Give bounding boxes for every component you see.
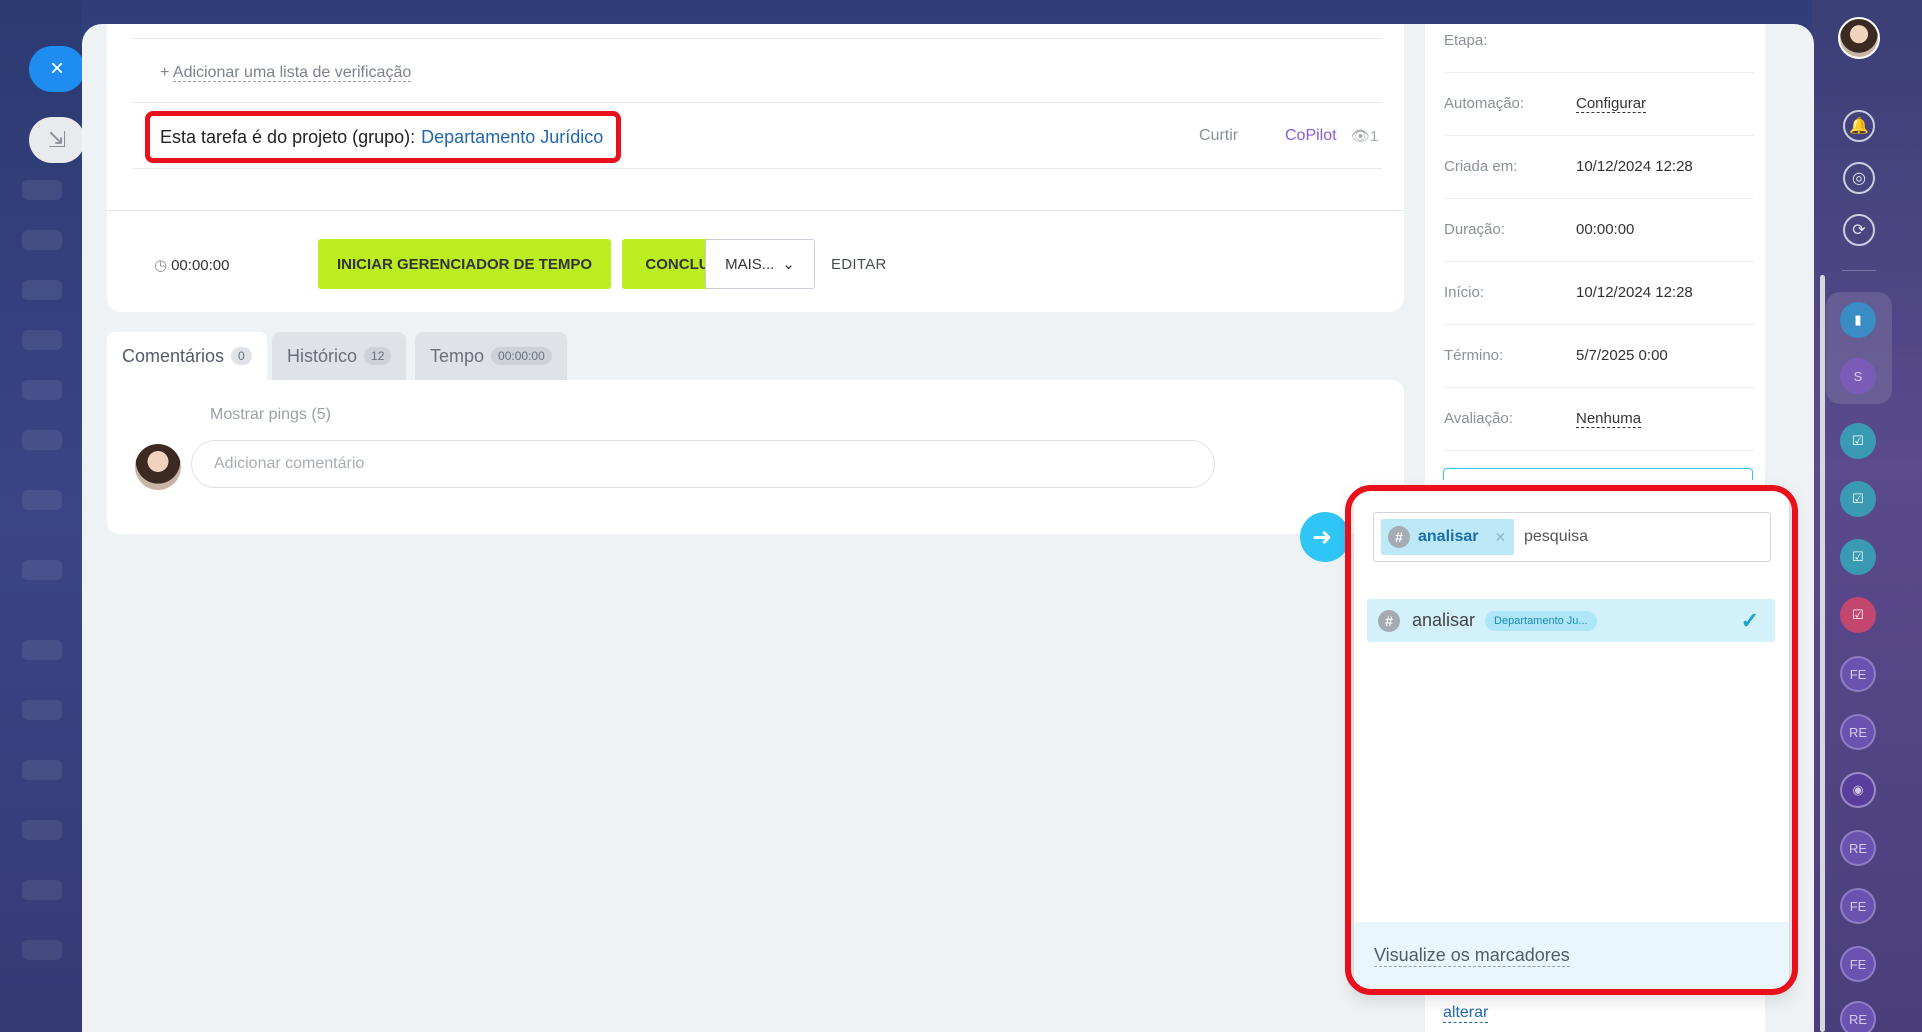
collapse-button[interactable]: ⇲ <box>29 117 85 163</box>
bell-icon[interactable]: 🔔 <box>1843 110 1875 142</box>
tab-time[interactable]: Tempo 00:00:00 <box>415 332 567 380</box>
configure-link[interactable]: Configurar <box>1576 95 1647 113</box>
task-icon[interactable]: ☑ <box>1840 423 1876 459</box>
project-link[interactable]: Departamento Jurídico <box>421 127 603 148</box>
timer: ◷ 00:00:00 <box>154 256 229 274</box>
chat-avatar-re[interactable]: RE <box>1840 830 1876 866</box>
task-icon[interactable]: ☑ <box>1840 597 1876 633</box>
chevron-down-icon: ⌄ <box>782 256 795 273</box>
chat-avatar-fe[interactable]: FE <box>1840 656 1876 692</box>
highlight-outline <box>1345 485 1798 995</box>
chat-avatar-fe[interactable]: FE <box>1840 946 1876 982</box>
arrow-right-icon[interactable]: ➜ <box>1300 512 1350 562</box>
info-row-rating: Avaliação: Nenhuma <box>1444 388 1754 451</box>
views-counter: 👁1 <box>1351 128 1379 145</box>
start-timer-button[interactable]: INICIAR GERENCIADOR DE TEMPO <box>318 239 611 289</box>
close-button[interactable]: × <box>29 46 85 92</box>
like-button[interactable]: Curtir <box>1199 127 1238 145</box>
clock-icon: ◷ <box>154 257 168 274</box>
info-row-automation: Automação: Configurar <box>1444 73 1754 136</box>
tab-history[interactable]: Histórico 12 <box>272 332 407 380</box>
copilot-button[interactable]: CoPilot <box>1285 127 1337 145</box>
collapse-icon: ⇲ <box>47 127 67 152</box>
edit-button[interactable]: EDITAR <box>831 256 887 273</box>
change-link[interactable]: alterar <box>1443 1004 1489 1023</box>
info-row-start: Início: 10/12/2024 12:28 <box>1444 262 1754 325</box>
info-row-duration: Duração: 00:00:00 <box>1444 199 1754 262</box>
info-row-created: Criada em: 10/12/2024 12:28 <box>1444 136 1754 199</box>
show-pings-link[interactable]: Mostrar pings (5) <box>210 406 331 424</box>
bookmark-icon[interactable]: ▮ <box>1840 302 1876 338</box>
tags-field[interactable] <box>1443 468 1753 480</box>
task-icon[interactable]: ☑ <box>1840 539 1876 575</box>
comment-input[interactable]: Adicionar comentário <box>191 440 1215 488</box>
info-row-end: Término: 5/7/2025 0:00 <box>1444 325 1754 388</box>
eye-icon: 👁 <box>1351 128 1371 145</box>
chat-avatar-re[interactable]: RE <box>1840 714 1876 750</box>
chat-avatar-re[interactable]: RE <box>1840 1001 1876 1032</box>
rating-link[interactable]: Nenhuma <box>1576 410 1642 428</box>
add-checklist-link[interactable]: + Adicionar uma lista de verificação <box>160 64 412 82</box>
timer-value: 00:00:00 <box>171 257 230 274</box>
chat-avatar-fe[interactable]: FE <box>1840 888 1876 924</box>
sync-icon[interactable]: ⟳ <box>1843 214 1875 246</box>
close-icon: × <box>49 55 64 82</box>
user-avatar[interactable] <box>1838 17 1880 59</box>
copilot-icon[interactable]: ◉ <box>1840 772 1876 808</box>
stage-row: Etapa: <box>1444 24 1754 73</box>
comments-section: Mostrar pings (5) Adicionar comentário <box>107 380 1404 534</box>
tab-comments[interactable]: Comentários 0 <box>107 332 267 380</box>
task-icon[interactable]: ☑ <box>1840 481 1876 517</box>
task-card: + Adicionar uma lista de verificação Est… <box>107 24 1404 312</box>
scrollbar[interactable] <box>1820 275 1825 1032</box>
more-button[interactable]: MAIS... ⌄ <box>705 239 815 289</box>
actions-divider <box>107 210 1404 211</box>
project-info: Esta tarefa é do projeto (grupo): Depart… <box>145 111 621 163</box>
target-icon[interactable]: ◎ <box>1843 162 1875 194</box>
avatar <box>135 444 181 490</box>
right-backdrop <box>1812 0 1922 1032</box>
project-label: Esta tarefa é do projeto (grupo): <box>160 126 416 147</box>
chat-avatar-s[interactable]: S <box>1840 358 1876 394</box>
